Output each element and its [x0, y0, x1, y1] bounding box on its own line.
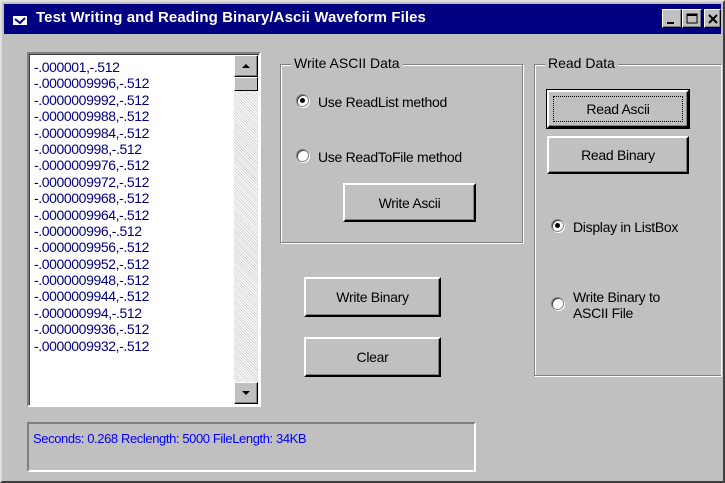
focus-rectangle: [553, 96, 683, 122]
list-item[interactable]: -.000000994,-.512: [34, 305, 234, 321]
radio-use-readlist[interactable]: Use ReadList method: [296, 94, 447, 110]
maximize-button[interactable]: [682, 9, 702, 28]
radio-selected-dot: [300, 98, 305, 103]
app-icon: [13, 13, 27, 25]
status-box: Seconds: 0.268 Reclength: 5000 FileLengt…: [27, 422, 476, 472]
read-data-group-label: Read Data: [545, 55, 618, 71]
read-binary-button[interactable]: Read Binary: [547, 136, 689, 174]
radio-label-line-1: Write Binary to: [573, 289, 661, 305]
write-ascii-button[interactable]: Write Ascii: [343, 183, 476, 222]
list-item[interactable]: -.0000009936,-.512: [34, 321, 234, 337]
list-item[interactable]: -.0000009996,-.512: [34, 75, 234, 91]
list-item[interactable]: -.000000996,-.512: [34, 223, 234, 239]
radio-button[interactable]: [296, 94, 309, 107]
radio-display-in-listbox[interactable]: Display in ListBox: [551, 219, 678, 235]
write-ascii-group-label: Write ASCII Data: [291, 55, 403, 71]
radio-selected-dot: [555, 223, 560, 228]
scroll-thumb[interactable]: [234, 77, 258, 91]
list-item[interactable]: -.0000009956,-.512: [34, 239, 234, 255]
list-item[interactable]: -.0000009952,-.512: [34, 256, 234, 272]
clear-button[interactable]: Clear: [304, 337, 441, 377]
scroll-down-button[interactable]: [234, 382, 258, 404]
close-icon: [708, 14, 718, 24]
radio-button[interactable]: [296, 149, 309, 162]
radio-button[interactable]: [551, 219, 564, 232]
list-item[interactable]: -.0000009984,-.512: [34, 125, 234, 141]
list-item[interactable]: -.0000009988,-.512: [34, 108, 234, 124]
minimize-icon: [667, 22, 674, 24]
list-item[interactable]: -.000000998,-.512: [34, 141, 234, 157]
radio-use-readtofile-label: Use ReadToFile method: [318, 149, 462, 165]
list-item[interactable]: -.0000009976,-.512: [34, 157, 234, 173]
radio-label-line-2: ASCII File: [573, 305, 634, 321]
radio-display-in-listbox-label: Display in ListBox: [573, 219, 679, 235]
read-ascii-button[interactable]: Read Ascii: [546, 89, 690, 129]
list-item[interactable]: -.0000009948,-.512: [34, 272, 234, 288]
data-listbox[interactable]: -.000001,-.512 -.0000009996,-.512 -.000000…: [27, 52, 261, 407]
list-item[interactable]: -.0000009992,-.512: [34, 92, 234, 108]
window-title: Test Writing and Reading Binary/Ascii Wa…: [36, 9, 426, 26]
scroll-up-button[interactable]: [234, 55, 258, 77]
list-item[interactable]: -.0000009964,-.512: [34, 207, 234, 223]
radio-write-binary-to-ascii-label: Write Binary to ASCII File: [573, 289, 660, 321]
read-data-group: Read Data Read Ascii Read Binary Display…: [534, 55, 721, 376]
status-text: Seconds: 0.268 Reclength: 5000 FileLengt…: [33, 431, 307, 446]
list-item[interactable]: -.000001,-.512: [34, 59, 234, 75]
title-bar[interactable]: Test Writing and Reading Binary/Ascii Wa…: [4, 4, 721, 34]
arrow-up-icon: [242, 64, 250, 68]
radio-write-binary-to-ascii[interactable]: Write Binary to ASCII File: [551, 289, 660, 321]
close-button[interactable]: [704, 9, 721, 28]
list-item[interactable]: -.0000009972,-.512: [34, 174, 234, 190]
radio-use-readlist-label: Use ReadList method: [318, 94, 447, 110]
maximize-icon: [686, 13, 698, 24]
listbox-scrollbar[interactable]: [234, 55, 258, 404]
main-window: Test Writing and Reading Binary/Ascii Wa…: [0, 0, 725, 483]
write-binary-button[interactable]: Write Binary: [304, 277, 441, 317]
minimize-button[interactable]: [662, 9, 682, 28]
list-item[interactable]: -.0000009932,-.512: [34, 338, 234, 354]
list-item[interactable]: -.0000009968,-.512: [34, 190, 234, 206]
radio-use-readtofile[interactable]: Use ReadToFile method: [296, 149, 462, 165]
write-ascii-group: Write ASCII Data Use ReadList method Use…: [280, 55, 523, 243]
list-item[interactable]: -.0000009944,-.512: [34, 288, 234, 304]
arrow-down-icon: [242, 391, 250, 395]
radio-button[interactable]: [551, 297, 564, 310]
listbox-items: -.000001,-.512 -.0000009996,-.512 -.000000…: [34, 59, 234, 354]
